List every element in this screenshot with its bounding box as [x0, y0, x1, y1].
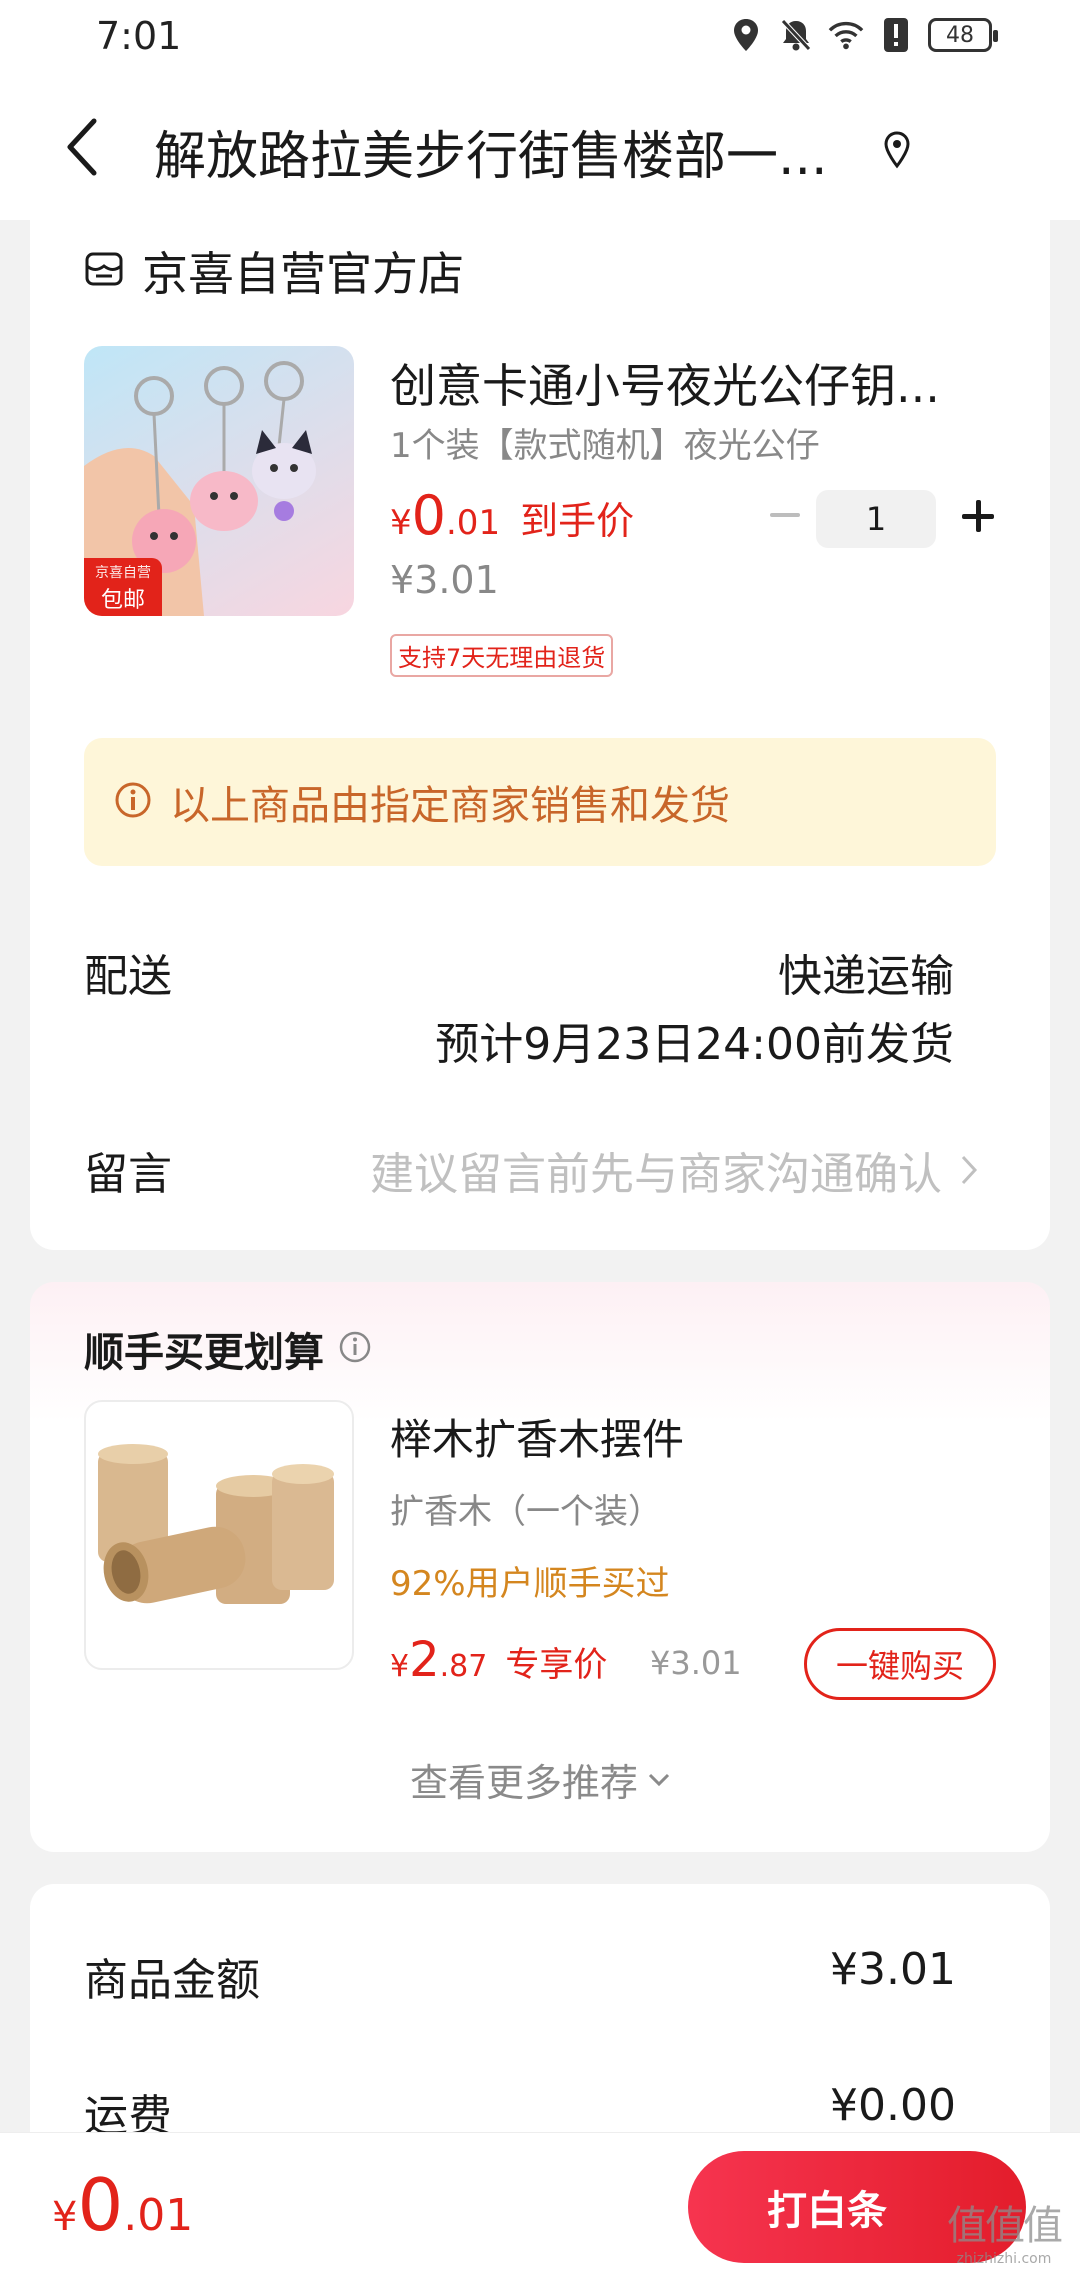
- pin-icon[interactable]: [882, 130, 922, 174]
- mute-icon: [778, 16, 814, 54]
- price-symbol: ¥: [390, 1649, 410, 1684]
- badge-line2: 包邮: [100, 588, 145, 613]
- product-badge: 京喜自营 包邮: [84, 558, 162, 616]
- product-title[interactable]: 创意卡通小号夜光公仔钥...: [390, 350, 990, 416]
- price-symbol: ¥: [390, 503, 412, 543]
- location-icon: [728, 16, 764, 54]
- seller-notice: 以上商品由指定商家销售和发货: [84, 738, 996, 866]
- one-click-buy-button[interactable]: 一键购买: [804, 1628, 996, 1700]
- store-icon: [84, 249, 124, 293]
- alert-icon: [878, 16, 914, 54]
- price-decimal: .87: [439, 1649, 488, 1684]
- recommendation-title: 顺手买更划算: [84, 1330, 324, 1376]
- recommended-product-spec: 扩香木（一个装）: [390, 1492, 662, 1532]
- watermark-text: 值值值: [947, 2203, 1063, 2249]
- total-price: ¥ 0 .01: [52, 2163, 193, 2247]
- chevron-down-icon: [648, 1773, 670, 1786]
- view-more-recommendations[interactable]: 查看更多推荐: [30, 1752, 1050, 1807]
- view-more-label: 查看更多推荐: [409, 1761, 638, 1805]
- delivery-eta: 预计9月23日24:00前发货: [435, 1019, 954, 1070]
- price-integer: 0: [411, 484, 446, 547]
- status-bar: 7:01 48: [0, 0, 1080, 76]
- wifi-icon: [828, 16, 864, 54]
- quantity-increase-button[interactable]: [952, 490, 1004, 542]
- return-policy-tag: 支持7天无理由退货: [390, 634, 614, 677]
- watermark-subtext: zhizhizhi.com: [956, 2251, 1052, 2267]
- quantity-decrease-button[interactable]: [760, 490, 810, 540]
- info-icon: [114, 781, 152, 823]
- badge-line1: 京喜自营: [95, 565, 151, 581]
- message-label: 留言: [84, 1149, 172, 1200]
- store-name: 京喜自营官方店: [142, 247, 464, 301]
- product-original-price: ¥3.01: [390, 558, 499, 602]
- site-watermark: 值值值 zhizhizhi.com: [934, 2193, 1074, 2273]
- total-symbol: ¥: [52, 2194, 78, 2240]
- message-placeholder: 建议留言前先与商家沟通确认: [370, 1149, 942, 1200]
- recommendation-card: 顺手买更划算 榉木扩香木摆件 扩香木（一个装） 92%用户顺手买过 ¥ 2 .8…: [30, 1282, 1050, 1852]
- battery-icon: 48: [928, 18, 998, 52]
- goods-amount-label: 商品金额: [84, 1955, 260, 2006]
- total-decimal: .01: [123, 2190, 194, 2241]
- delivery-method: 快递运输: [778, 951, 954, 1002]
- chevron-right-icon: [961, 1155, 978, 1185]
- shipping-fee-value: ¥0.00: [830, 2080, 956, 2131]
- status-time: 7:01: [96, 14, 182, 58]
- product-final-price: ¥ 0 .01 到手价: [390, 484, 634, 547]
- recommended-product-name[interactable]: 榉木扩香木摆件: [390, 1406, 684, 1467]
- recommended-product-image[interactable]: [84, 1400, 354, 1670]
- back-button[interactable]: [52, 112, 112, 182]
- navigation-header: 解放路拉美步行街售楼部一...: [0, 76, 1080, 220]
- price-note: 到手价: [520, 499, 635, 543]
- message-field[interactable]: 建议留言前先与商家沟通确认: [370, 1138, 978, 1202]
- status-icons: 48: [728, 16, 998, 54]
- recommended-product-stat: 92%用户顺手买过: [390, 1564, 670, 1604]
- order-item-card: 京喜自营官方店 京喜自营 包邮 创意卡通小号夜光公仔钥... 1个装【款式随机】…: [30, 200, 1050, 1250]
- recommendation-header: 顺手买更划算: [84, 1320, 372, 1378]
- info-icon[interactable]: [338, 1330, 372, 1368]
- store-row[interactable]: 京喜自营官方店: [84, 238, 464, 304]
- wooden-diffuser-illustration: [98, 1444, 334, 1604]
- price-integer: 2: [409, 1632, 440, 1688]
- price-note: 专享价: [505, 1645, 608, 1685]
- recommended-original-price: ¥3.01: [650, 1644, 742, 1682]
- back-icon: [67, 118, 97, 176]
- delivery-label: 配送: [84, 951, 172, 1002]
- delivery-address-title[interactable]: 解放路拉美步行街售楼部一...: [154, 114, 874, 189]
- goods-amount-value: ¥3.01: [830, 1944, 956, 1995]
- price-decimal: .01: [446, 503, 501, 543]
- quantity-input[interactable]: 1: [816, 490, 936, 548]
- recommended-product-price: ¥ 2 .87 专享价: [390, 1632, 607, 1688]
- notice-text: 以上商品由指定商家销售和发货: [170, 783, 730, 829]
- total-integer: 0: [77, 2163, 124, 2247]
- product-image[interactable]: 京喜自营 包邮: [84, 346, 354, 616]
- checkout-bar: ¥ 0 .01 打白条 值值值 zhizhizhi.com: [0, 2132, 1080, 2280]
- product-spec: 1个装【款式随机】夜光公仔: [390, 426, 820, 466]
